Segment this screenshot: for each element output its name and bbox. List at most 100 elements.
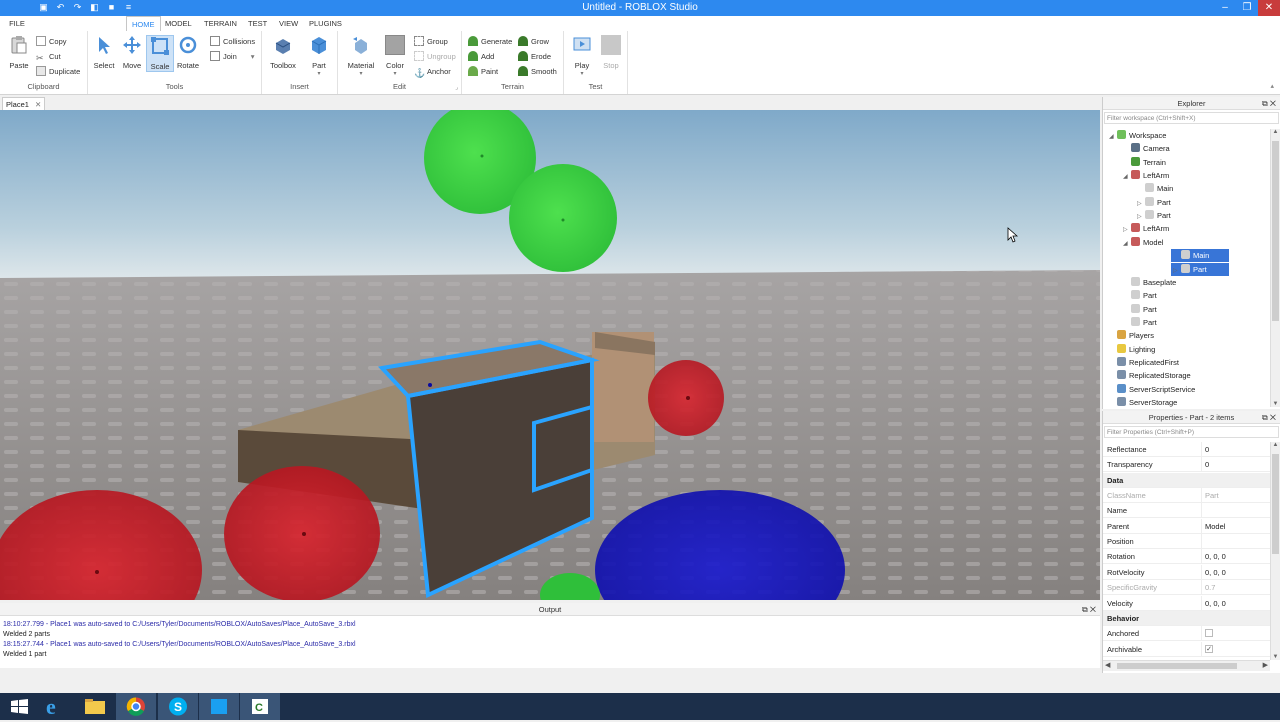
property-category[interactable]: Data	[1103, 472, 1270, 488]
camtasia-icon[interactable]: C	[240, 693, 280, 720]
property-value[interactable]: 0	[1205, 442, 1209, 457]
edit-group-expand-icon[interactable]: ⌟	[455, 84, 458, 91]
explorer-item[interactable]: Lighting	[1103, 343, 1155, 356]
property-row[interactable]: Position	[1103, 534, 1270, 550]
place1-tab[interactable]: Place1 ✕	[2, 97, 46, 110]
part-dropdown-icon[interactable]: ▾	[305, 70, 333, 77]
property-row[interactable]: Anchored	[1103, 626, 1270, 642]
explorer-item[interactable]: Part	[1103, 316, 1157, 329]
stop-button[interactable]: Stop	[597, 35, 625, 70]
property-row[interactable]: Rotation 0, 0, 0	[1103, 549, 1270, 565]
properties-hscrollbar[interactable]: ◀ ▶	[1103, 660, 1270, 671]
chrome-icon[interactable]	[116, 693, 156, 720]
play-button[interactable]: Play ▾	[568, 35, 596, 77]
erode-terrain-button[interactable]: Erode	[518, 51, 551, 63]
scroll-down-icon[interactable]: ▼	[1271, 401, 1280, 407]
explorer-item[interactable]: ◢ LeftArm	[1103, 169, 1169, 182]
tab-test[interactable]: TEST	[243, 16, 272, 31]
roblox-studio-icon[interactable]	[199, 693, 239, 720]
output-line[interactable]: 18:10:27.799 - Place1 was auto-saved to …	[3, 620, 356, 630]
select-button[interactable]: Select	[90, 35, 118, 70]
undock-explorer-icon[interactable]: ⧉	[1262, 99, 1268, 108]
duplicate-button[interactable]: Duplicate	[36, 66, 80, 78]
play-dropdown-icon[interactable]: ▾	[568, 70, 596, 77]
red-sphere[interactable]	[224, 466, 380, 600]
property-row[interactable]: Parent Model	[1103, 518, 1270, 534]
property-row[interactable]: RotVelocity 0, 0, 0	[1103, 564, 1270, 580]
output-line[interactable]: 18:15:27.744 - Place1 was auto-saved to …	[3, 640, 356, 650]
explorer-item[interactable]: Main	[1171, 249, 1229, 263]
scale-button[interactable]: Scale	[146, 35, 174, 72]
scroll-right-icon[interactable]: ▶	[1263, 661, 1268, 669]
smooth-terrain-button[interactable]: Smooth	[518, 66, 557, 78]
close-tab-icon[interactable]: ✕	[35, 100, 41, 109]
property-category[interactable]: Behavior	[1103, 610, 1270, 626]
scroll-down-icon[interactable]: ▼	[1271, 654, 1280, 660]
explorer-item[interactable]: ▷ LeftArm	[1103, 222, 1169, 235]
properties-scrollbar[interactable]: ▲ ▼	[1270, 442, 1280, 660]
explorer-item[interactable]: ▷ Part	[1171, 262, 1229, 276]
material-button[interactable]: Material ▾	[346, 35, 376, 77]
color-button[interactable]: Color ▾	[381, 35, 409, 77]
copy-button[interactable]: Copy	[36, 36, 67, 48]
close-output-icon[interactable]: ✕	[1090, 605, 1096, 614]
paint-terrain-button[interactable]: Paint	[468, 66, 498, 78]
explorer-item[interactable]: Part	[1103, 303, 1157, 316]
internet-explorer-icon[interactable]: e	[34, 693, 74, 720]
close-button[interactable]: ✕	[1258, 0, 1280, 16]
undock-output-icon[interactable]: ⧉	[1082, 605, 1088, 614]
property-row[interactable]: Velocity 0, 0, 0	[1103, 595, 1270, 611]
collapse-ribbon-icon[interactable]: ▴	[1270, 82, 1274, 90]
explorer-item[interactable]: ServerStorage	[1103, 396, 1177, 407]
explorer-scrollbar[interactable]: ▲ ▼	[1270, 129, 1280, 407]
property-row[interactable]: Transparency 0	[1103, 457, 1270, 473]
property-value[interactable]: 0, 0, 0	[1205, 596, 1226, 611]
join-toggle[interactable]: Join ▾	[210, 51, 255, 63]
explorer-item[interactable]: Terrain	[1103, 156, 1166, 169]
property-value[interactable]: 0, 0, 0	[1205, 565, 1226, 580]
tab-view[interactable]: VIEW	[274, 16, 303, 31]
green-sphere[interactable]	[509, 164, 617, 272]
property-checkbox[interactable]: ✓	[1205, 644, 1213, 653]
undock-properties-icon[interactable]: ⧉	[1262, 413, 1268, 422]
explorer-item[interactable]: ▷ Part	[1103, 196, 1171, 209]
tab-model[interactable]: MODEL	[160, 16, 197, 31]
add-terrain-button[interactable]: Add	[468, 51, 494, 63]
collisions-toggle[interactable]: Collisions	[210, 36, 255, 48]
material-dropdown-icon[interactable]: ▾	[346, 70, 376, 77]
explorer-item[interactable]: ◢ Workspace	[1103, 129, 1166, 142]
explorer-scroll-thumb[interactable]	[1272, 141, 1279, 321]
minimize-button[interactable]: –	[1214, 0, 1236, 16]
explorer-item[interactable]: ServerScriptService	[1103, 383, 1195, 396]
explorer-filter-input[interactable]: Filter workspace (Ctrl+Shift+X)	[1104, 112, 1279, 124]
scroll-up-icon[interactable]: ▲	[1271, 129, 1280, 135]
explorer-item[interactable]: Part	[1103, 289, 1157, 302]
explorer-item[interactable]: Main	[1103, 182, 1173, 195]
join-dropdown-icon[interactable]: ▾	[251, 52, 255, 61]
generate-button[interactable]: Generate	[468, 36, 512, 48]
property-checkbox[interactable]	[1205, 629, 1213, 638]
hscroll-thumb[interactable]	[1117, 663, 1237, 669]
property-row[interactable]: Name	[1103, 503, 1270, 519]
explorer-item[interactable]: ◢ Model	[1103, 236, 1163, 249]
explorer-item[interactable]: ReplicatedFirst	[1103, 356, 1179, 369]
properties-filter-input[interactable]: Filter Properties (Ctrl+Shift+P)	[1104, 426, 1279, 438]
properties-scroll-thumb[interactable]	[1272, 454, 1279, 554]
ungroup-button[interactable]: Ungroup	[414, 51, 456, 63]
explorer-item[interactable]: Baseplate	[1103, 276, 1176, 289]
explorer-item[interactable]: ReplicatedStorage	[1103, 369, 1191, 382]
tab-plugins[interactable]: PLUGINS	[304, 16, 347, 31]
tab-terrain[interactable]: TERRAIN	[199, 16, 242, 31]
property-value[interactable]: Model	[1205, 519, 1225, 534]
grow-terrain-button[interactable]: Grow	[518, 36, 549, 48]
anchor-button[interactable]: ⚓ Anchor	[414, 66, 451, 78]
explorer-item[interactable]: Camera	[1103, 142, 1170, 155]
property-value[interactable]: 0	[1205, 457, 1209, 472]
property-row[interactable]: Archivable ✓	[1103, 641, 1270, 657]
scroll-left-icon[interactable]: ◀	[1105, 661, 1110, 669]
close-explorer-icon[interactable]: ✕	[1270, 99, 1276, 108]
tab-file[interactable]: FILE	[4, 16, 30, 31]
group-button[interactable]: Group	[414, 36, 448, 48]
scene-render[interactable]	[0, 110, 1100, 600]
close-properties-icon[interactable]: ✕	[1270, 413, 1276, 422]
